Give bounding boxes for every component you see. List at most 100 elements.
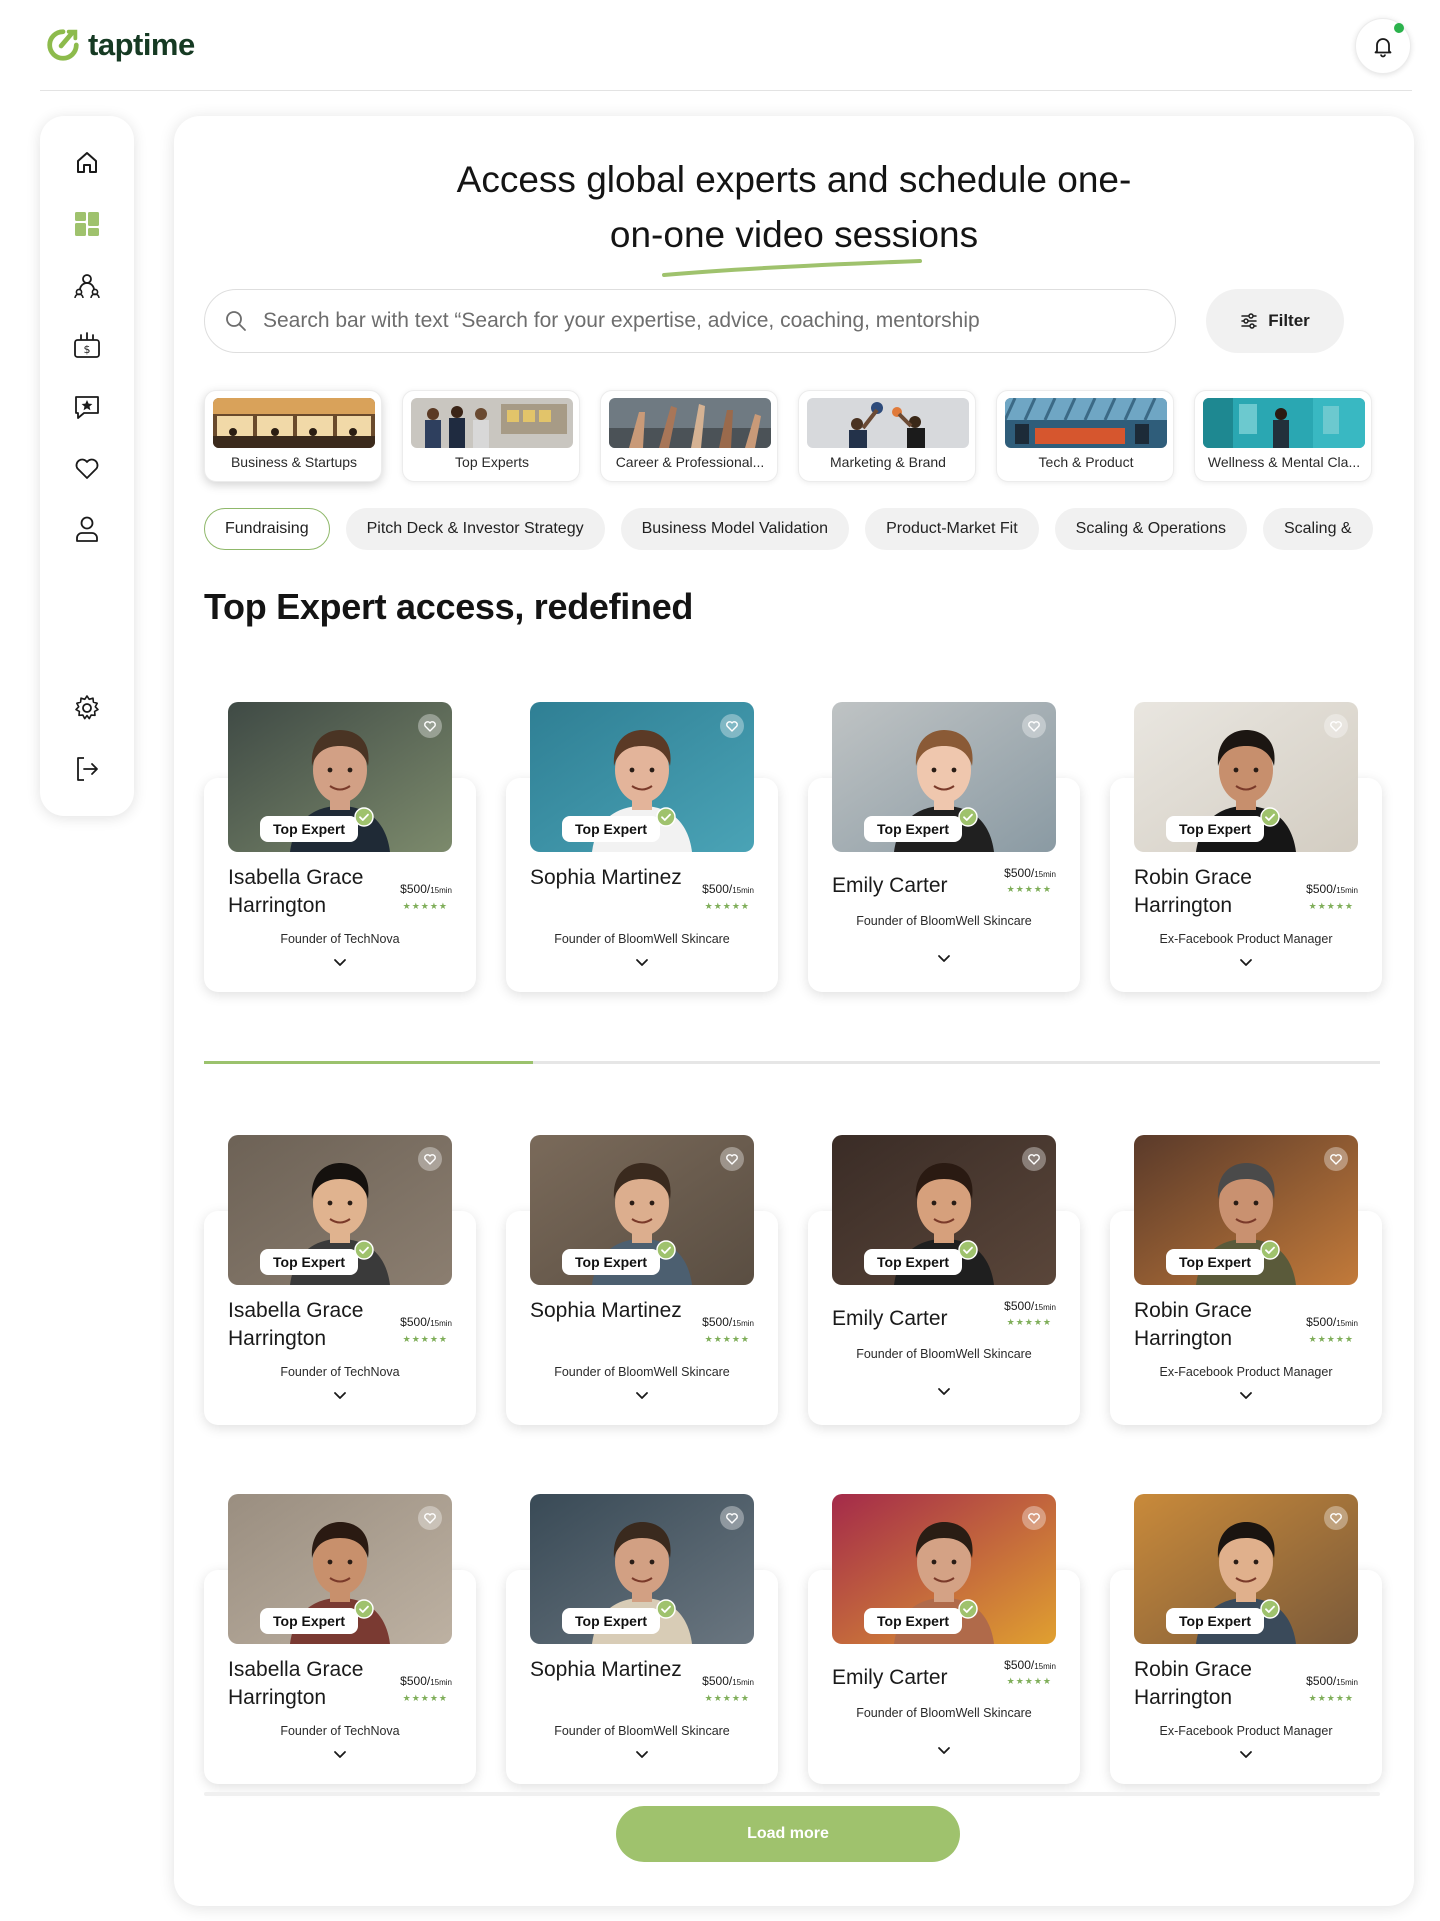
gear-icon <box>75 695 99 720</box>
sidebar-item-reviews[interactable] <box>67 387 107 427</box>
price-amount: $500/ <box>702 882 733 896</box>
price-amount: $500/ <box>702 1674 733 1688</box>
chevron-down-icon[interactable] <box>330 956 350 970</box>
chip-scaling-operations[interactable]: Scaling & Operations <box>1054 508 1247 550</box>
expert-card[interactable]: Top Expert Robin Grace Harrington $500/15m… <box>1110 1494 1382 1784</box>
expert-card[interactable]: Top Expert Isabella Grace Harrington $500/… <box>204 1135 476 1425</box>
load-more-button[interactable]: Load more <box>616 1806 960 1862</box>
expert-role: Ex-Facebook Product Manager <box>1159 1724 1333 1738</box>
sidebar-item-favorites[interactable] <box>67 448 107 488</box>
sidebar-item-profile[interactable] <box>67 509 107 549</box>
filter-button[interactable]: Filter <box>1206 289 1344 353</box>
sidebar-item-community[interactable] <box>67 265 107 305</box>
star-message-icon <box>75 396 99 419</box>
chevron-down-icon[interactable] <box>1236 1389 1256 1403</box>
expert-card[interactable]: Top Expert Sophia Martinez $500/15min ★★★★★… <box>506 702 778 992</box>
expert-card[interactable]: Top Expert Sophia Martinez $500/15min ★★★★★… <box>506 1494 778 1784</box>
expert-card[interactable]: Top Expert Emily Carter $500/15min ★★★★★ Fou… <box>808 702 1080 992</box>
chip-pitch-deck[interactable]: Pitch Deck & Investor Strategy <box>345 508 605 550</box>
chevron-down-icon[interactable] <box>632 1389 652 1403</box>
heart-outline-icon <box>726 1513 738 1524</box>
category-image <box>213 398 375 448</box>
svg-text:$: $ <box>84 343 91 356</box>
notification-dot <box>1394 23 1404 33</box>
category-image <box>411 398 573 448</box>
expert-card[interactable]: Top Expert Robin Grace Harrington $500/15m… <box>1110 702 1382 992</box>
expert-name: Isabella Grace Harrington <box>228 1299 364 1350</box>
sidebar-item-home[interactable] <box>67 143 107 183</box>
favorite-button[interactable] <box>720 714 744 738</box>
favorite-button[interactable] <box>1324 1506 1348 1530</box>
favorite-button[interactable] <box>720 1506 744 1530</box>
verified-check-icon <box>1260 1240 1280 1260</box>
category-marketing-brand[interactable]: Marketing & Brand <box>798 390 976 482</box>
chevron-down-icon[interactable] <box>632 1748 652 1762</box>
expert-card[interactable]: Top Expert Emily Carter $500/15min ★★★★★ Fou… <box>808 1135 1080 1425</box>
chip-business-model[interactable]: Business Model Validation <box>620 508 850 550</box>
favorite-button[interactable] <box>418 714 442 738</box>
favorite-button[interactable] <box>418 1147 442 1171</box>
search-bar[interactable] <box>204 289 1176 353</box>
favorite-button[interactable] <box>418 1506 442 1530</box>
category-top-experts[interactable]: Top Experts <box>402 390 580 482</box>
category-image <box>807 398 969 448</box>
favorite-button[interactable] <box>1022 1147 1046 1171</box>
price-unit: 15min <box>430 886 452 895</box>
expert-card-row: Top Expert Isabella Grace Harrington $500/… <box>204 702 1382 992</box>
expert-card[interactable]: Top Expert Emily Carter $500/15min ★★★★★ Fou… <box>808 1494 1080 1784</box>
brand[interactable]: taptime <box>44 26 195 64</box>
expert-price: $500/15min <box>702 1315 754 1329</box>
category-image <box>1203 398 1365 448</box>
price-unit: 15min <box>732 1678 754 1687</box>
hero-title: Access global experts and schedule one- … <box>174 152 1414 262</box>
expert-card[interactable]: Top Expert Isabella Grace Harrington $500/… <box>204 1494 476 1784</box>
favorite-button[interactable] <box>1324 1147 1348 1171</box>
notifications-button[interactable] <box>1355 18 1411 74</box>
chevron-down-icon[interactable] <box>632 956 652 970</box>
chevron-down-icon[interactable] <box>1236 1748 1256 1762</box>
category-tech-product[interactable]: Tech & Product <box>996 390 1174 482</box>
brand-name: taptime <box>88 27 195 62</box>
expert-role: Founder of BloomWell Skincare <box>554 1724 730 1738</box>
sidebar-item-logout[interactable] <box>67 749 107 789</box>
expert-card[interactable]: Top Expert Sophia Martinez $500/15min ★★★★★… <box>506 1135 778 1425</box>
price-unit: 15min <box>1336 886 1358 895</box>
expert-name: Emily Carter <box>832 1666 948 1689</box>
rating-stars: ★★★★★ <box>704 901 750 911</box>
chevron-down-icon[interactable] <box>1236 956 1256 970</box>
chevron-down-icon[interactable] <box>934 952 954 966</box>
chip-product-market-fit[interactable]: Product-Market Fit <box>865 508 1039 550</box>
price-amount: $500/ <box>400 882 431 896</box>
filter-button-label: Filter <box>1268 311 1310 330</box>
carousel-progress <box>204 1061 1380 1064</box>
category-wellness-mental[interactable]: Wellness & Mental Cla... <box>1194 390 1372 482</box>
favorite-button[interactable] <box>1022 714 1046 738</box>
rating-stars: ★★★★★ <box>402 1693 448 1703</box>
sidebar-item-payments[interactable]: $ <box>67 326 107 366</box>
chevron-down-icon[interactable] <box>934 1744 954 1758</box>
expert-card[interactable]: Top Expert Isabella Grace Harrington $500/… <box>204 702 476 992</box>
favorite-button[interactable] <box>720 1147 744 1171</box>
favorite-button[interactable] <box>1022 1506 1046 1530</box>
bell-icon <box>1374 38 1392 58</box>
category-career-professional[interactable]: Career & Professional... <box>600 390 778 482</box>
list-end-divider <box>204 1792 1380 1796</box>
top-bar: taptime <box>0 0 1440 92</box>
heart-outline-icon <box>726 721 738 732</box>
chip-fundraising[interactable]: Fundraising <box>204 508 330 550</box>
top-expert-badge: Top Expert <box>864 1608 963 1634</box>
category-business-startups[interactable]: Business & Startups <box>204 390 382 482</box>
top-expert-badge: Top Expert <box>562 816 661 842</box>
chevron-down-icon[interactable] <box>934 1385 954 1399</box>
chevron-down-icon[interactable] <box>330 1748 350 1762</box>
expert-role: Founder of BloomWell Skincare <box>856 1706 1032 1720</box>
sidebar-item-dashboard[interactable] <box>67 204 107 244</box>
chip-scaling-truncated[interactable]: Scaling & <box>1262 508 1373 550</box>
category-label: Tech & Product <box>1038 454 1134 470</box>
sidebar-item-settings[interactable] <box>67 688 107 728</box>
search-input[interactable] <box>263 309 1143 333</box>
favorite-button[interactable] <box>1324 714 1348 738</box>
expert-card[interactable]: Top Expert Robin Grace Harrington $500/15m… <box>1110 1135 1382 1425</box>
topic-chip-list: Fundraising Pitch Deck & Investor Strate… <box>204 508 1373 550</box>
chevron-down-icon[interactable] <box>330 1389 350 1403</box>
